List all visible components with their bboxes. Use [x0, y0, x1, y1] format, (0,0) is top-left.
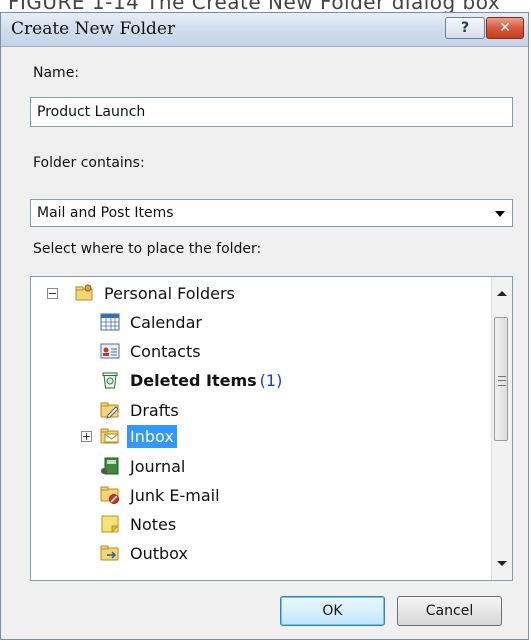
inbox-icon [100, 428, 119, 444]
name-label: Name: [33, 65, 80, 81]
scroll-grip-icon [498, 376, 506, 386]
tree-item-label: Drafts [130, 400, 179, 420]
tree-item-journal[interactable]: Journal [99, 453, 188, 479]
location-label: Select where to place the folder: [33, 241, 262, 257]
junk-email-icon [100, 486, 119, 504]
tree-item-label: Outbox [130, 543, 188, 563]
tree-item-notes[interactable]: Notes [99, 511, 179, 537]
deleted-items-icon [102, 372, 118, 389]
tree-item-label: Journal [130, 456, 186, 476]
create-new-folder-dialog: Create New Folder ? ✕ Name: Product Laun… [0, 12, 529, 640]
close-button[interactable]: ✕ [486, 17, 524, 39]
tree-item-deleted-items[interactable]: Deleted Items (1) [99, 367, 282, 393]
unread-count: (1) [259, 370, 283, 390]
collapse-icon[interactable]: − [47, 288, 58, 299]
tree-item-contacts[interactable]: Contacts [99, 338, 204, 364]
cancel-button[interactable]: Cancel [397, 596, 502, 626]
name-input[interactable]: Product Launch [30, 97, 513, 127]
tree-item-junk-email[interactable]: Junk E-mail [99, 482, 223, 508]
contacts-icon [100, 343, 120, 359]
folder-contains-select[interactable]: Mail and Post Items [30, 199, 513, 227]
title-bar[interactable]: Create New Folder ? ✕ [1, 13, 528, 47]
ok-button[interactable]: OK [280, 596, 385, 626]
tree-scrollbar[interactable] [491, 277, 512, 580]
folder-contains-label: Folder contains: [33, 155, 145, 171]
journal-icon [101, 457, 119, 475]
tree-item-label: Deleted Items [130, 370, 257, 390]
tree-item-label: Junk E-mail [130, 485, 220, 505]
dialog-title: Create New Folder [11, 19, 176, 39]
tree-item-outbox[interactable]: Outbox [99, 540, 191, 566]
tree-item-label: Notes [130, 514, 177, 534]
tree-item-personal-folders[interactable]: Personal Folders [73, 280, 238, 306]
tree-item-inbox[interactable]: Inbox [99, 423, 177, 449]
help-button[interactable]: ? [445, 17, 485, 39]
tree-item-label: Calendar [130, 312, 202, 332]
dropdown-arrow-icon[interactable] [495, 211, 505, 217]
calendar-icon [100, 313, 120, 331]
tree-item-label: Contacts [130, 341, 201, 361]
personal-folders-icon [75, 284, 93, 301]
folder-tree[interactable]: − Personal Folders Calendar Contacts Del… [30, 276, 513, 581]
scrollbar-thumb[interactable] [494, 317, 508, 441]
tree-item-label: Personal Folders [104, 283, 235, 303]
drafts-icon [100, 402, 119, 419]
scroll-down-icon[interactable] [497, 561, 507, 566]
outbox-icon [100, 545, 119, 561]
scroll-up-icon[interactable] [497, 291, 507, 296]
notes-icon [101, 515, 120, 534]
folder-contains-value: Mail and Post Items [37, 205, 174, 221]
tree-item-drafts[interactable]: Drafts [99, 397, 182, 423]
expand-icon[interactable]: + [81, 431, 92, 442]
tree-item-label: Inbox [127, 424, 177, 448]
tree-item-calendar[interactable]: Calendar [99, 309, 205, 335]
